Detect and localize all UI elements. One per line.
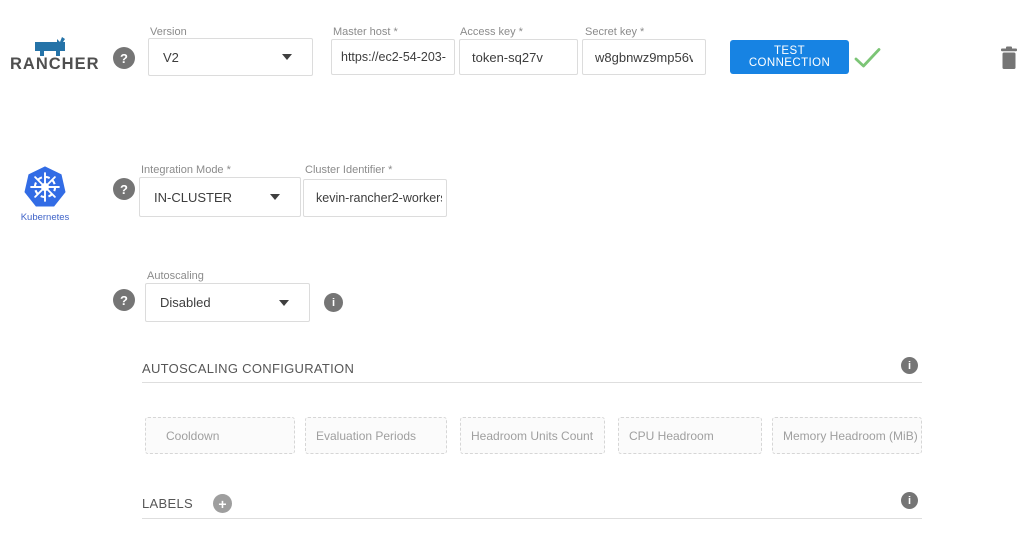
integration-mode-select-value: IN-CLUSTER [154, 190, 232, 205]
autoscaling-help-icon[interactable]: ? [113, 289, 135, 311]
rancher-logo-text: RANCHER [10, 55, 100, 74]
evaluation-periods-placeholder: Evaluation Periods [316, 429, 416, 443]
access-key-input[interactable] [459, 39, 578, 75]
cpu-headroom-placeholder: CPU Headroom [629, 429, 714, 443]
kubernetes-logo-text: Kubernetes [14, 212, 76, 223]
secret-key-input[interactable] [582, 39, 706, 75]
memory-headroom-placeholder: Memory Headroom (MiB) [783, 429, 918, 443]
question-mark-glyph: ? [120, 182, 128, 197]
connection-success-check-icon [854, 47, 882, 69]
integration-settings-page: RANCHER ? Version V2 Master host * Acces… [0, 0, 1024, 550]
test-connection-button[interactable]: TEST CONNECTION [730, 40, 849, 74]
cooldown-input-disabled: Cooldown [145, 417, 295, 454]
memory-headroom-input-disabled: Memory Headroom (MiB) [772, 417, 922, 454]
access-key-label: Access key * [460, 26, 523, 38]
secret-key-label: Secret key * [585, 26, 644, 38]
section-divider [142, 518, 922, 519]
headroom-units-count-placeholder: Headroom Units Count [471, 429, 593, 443]
cluster-identifier-label: Cluster Identifier * [305, 164, 392, 176]
caret-down-icon [279, 300, 289, 306]
add-label-button[interactable]: + [213, 494, 232, 513]
cooldown-placeholder: Cooldown [156, 429, 219, 443]
kubernetes-help-icon[interactable]: ? [113, 178, 135, 200]
master-host-label: Master host * [333, 26, 398, 38]
autoscaling-label: Autoscaling [147, 270, 204, 282]
autoscaling-select-value: Disabled [160, 295, 211, 310]
trash-icon[interactable] [1000, 46, 1018, 70]
integration-mode-select[interactable]: IN-CLUSTER [139, 177, 301, 217]
info-glyph: i [332, 297, 335, 309]
rancher-help-icon[interactable]: ? [113, 47, 135, 69]
section-divider [142, 382, 922, 383]
labels-header: LABELS [142, 496, 193, 511]
autoscaling-select[interactable]: Disabled [145, 283, 310, 322]
evaluation-periods-input-disabled: Evaluation Periods [305, 417, 447, 454]
question-mark-glyph: ? [120, 51, 128, 66]
version-select-value: V2 [163, 50, 179, 65]
autoscaling-info-icon[interactable]: i [324, 293, 343, 312]
headroom-units-count-input-disabled: Headroom Units Count [460, 417, 605, 454]
labels-info-icon[interactable]: i [901, 492, 918, 509]
integration-mode-label: Integration Mode * [141, 164, 231, 176]
version-select[interactable]: V2 [148, 38, 313, 76]
caret-down-icon [282, 54, 292, 60]
caret-down-icon [270, 194, 280, 200]
autoscaling-configuration-info-icon[interactable]: i [901, 357, 918, 374]
cluster-identifier-input[interactable] [303, 179, 447, 217]
question-mark-glyph: ? [120, 293, 128, 308]
cpu-headroom-input-disabled: CPU Headroom [618, 417, 762, 454]
version-label: Version [150, 26, 187, 38]
autoscaling-configuration-header: AUTOSCALING CONFIGURATION [142, 361, 354, 376]
info-glyph: i [908, 495, 911, 507]
plus-glyph: + [218, 496, 226, 512]
master-host-input[interactable] [331, 39, 455, 75]
info-glyph: i [908, 360, 911, 372]
kubernetes-logo-icon [22, 165, 68, 209]
